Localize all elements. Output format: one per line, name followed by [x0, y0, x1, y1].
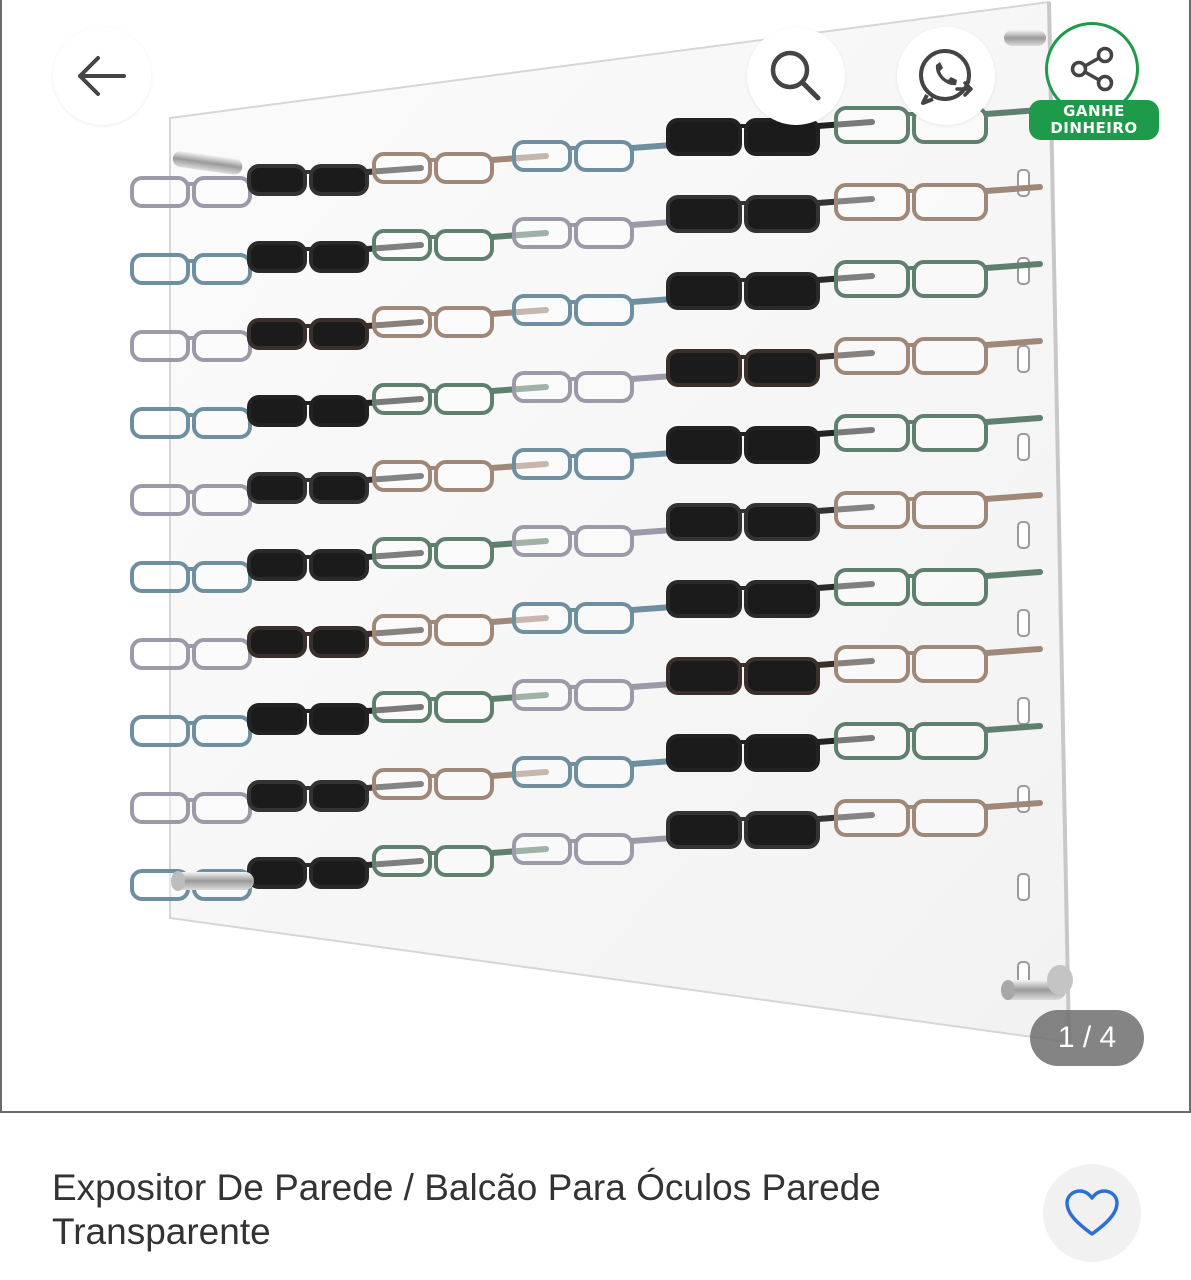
back-button[interactable]: [53, 27, 151, 125]
share-earn-button[interactable]: GANHE DINHEIRO: [1029, 22, 1159, 142]
search-button[interactable]: [747, 27, 845, 125]
earn-badge-line2: DINHEIRO: [1050, 119, 1138, 137]
image-counter: 1 / 4: [1030, 1010, 1144, 1066]
image-gallery[interactable]: GANHE DINHEIRO 1 / 4: [0, 0, 1191, 1113]
product-image[interactable]: [2, 0, 1189, 1111]
favorite-button[interactable]: [1043, 1164, 1141, 1262]
earn-money-badge[interactable]: GANHE DINHEIRO: [1029, 100, 1159, 140]
arrow-left-icon: [78, 56, 126, 96]
earn-badge-line1: GANHE: [1063, 102, 1125, 120]
whatsapp-share-icon: [919, 48, 973, 105]
search-icon: [770, 50, 821, 101]
heart-outline-icon: [1065, 1189, 1119, 1236]
whatsapp-share-button[interactable]: [897, 27, 995, 125]
product-title: Expositor De Parede / Balcão Para Óculos…: [52, 1167, 881, 1252]
share-icon: [1070, 46, 1114, 92]
standoff-bottom-left: [171, 871, 254, 891]
